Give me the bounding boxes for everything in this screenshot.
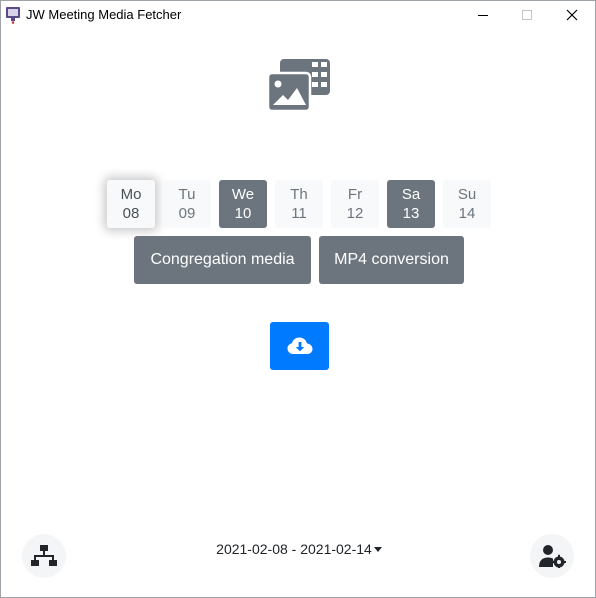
download-button[interactable] xyxy=(270,322,329,370)
day-button-mo[interactable]: Mo 08 xyxy=(107,180,155,228)
title-bar: JW Meeting Media Fetcher xyxy=(1,1,595,29)
minimize-icon xyxy=(478,15,488,16)
day-button-sa[interactable]: Sa 13 xyxy=(387,180,435,228)
day-button-th[interactable]: Th 11 xyxy=(275,180,323,228)
cloud-download-icon xyxy=(287,337,312,354)
day-date: 11 xyxy=(291,205,307,222)
day-button-su[interactable]: Su 14 xyxy=(443,180,491,228)
user-settings-button[interactable] xyxy=(530,534,574,578)
maximize-button[interactable] xyxy=(504,1,550,29)
mp4-conversion-button[interactable]: MP4 conversion xyxy=(319,236,464,284)
day-name: Tu xyxy=(178,186,196,203)
app-window: JW Meeting Media Fetcher Mo 08 Tu 09 We … xyxy=(0,0,596,598)
window-title: JW Meeting Media Fetcher xyxy=(26,7,182,22)
network-button[interactable] xyxy=(22,534,66,578)
user-cog-icon xyxy=(539,545,566,568)
minimize-button[interactable] xyxy=(460,1,506,29)
app-logo-icon xyxy=(6,7,20,24)
close-icon xyxy=(566,9,578,21)
day-button-tu[interactable]: Tu 09 xyxy=(163,180,211,228)
day-date: 08 xyxy=(122,205,140,222)
day-name: Mo xyxy=(120,186,142,203)
network-icon xyxy=(31,545,57,566)
date-range-dropdown[interactable]: 2021-02-08 - 2021-02-14 xyxy=(201,541,397,557)
day-button-fr[interactable]: Fr 12 xyxy=(331,180,379,228)
caret-down-icon xyxy=(373,546,382,552)
close-button[interactable] xyxy=(549,1,595,29)
date-range-label: 2021-02-08 - 2021-02-14 xyxy=(216,541,372,557)
day-date: 13 xyxy=(402,205,420,222)
day-name: Sa xyxy=(401,186,421,203)
maximize-icon xyxy=(522,10,532,20)
day-name: Su xyxy=(457,186,477,203)
day-date: 14 xyxy=(458,205,476,222)
day-date: 09 xyxy=(178,205,196,222)
photo-video-icon xyxy=(268,59,330,111)
day-button-we[interactable]: We 10 xyxy=(219,180,267,228)
day-date: 12 xyxy=(346,205,364,222)
day-name: Fr xyxy=(347,186,363,203)
day-name: We xyxy=(231,186,255,203)
day-name: Th xyxy=(290,186,308,203)
day-date: 10 xyxy=(234,205,252,222)
congregation-media-button[interactable]: Congregation media xyxy=(134,236,311,284)
